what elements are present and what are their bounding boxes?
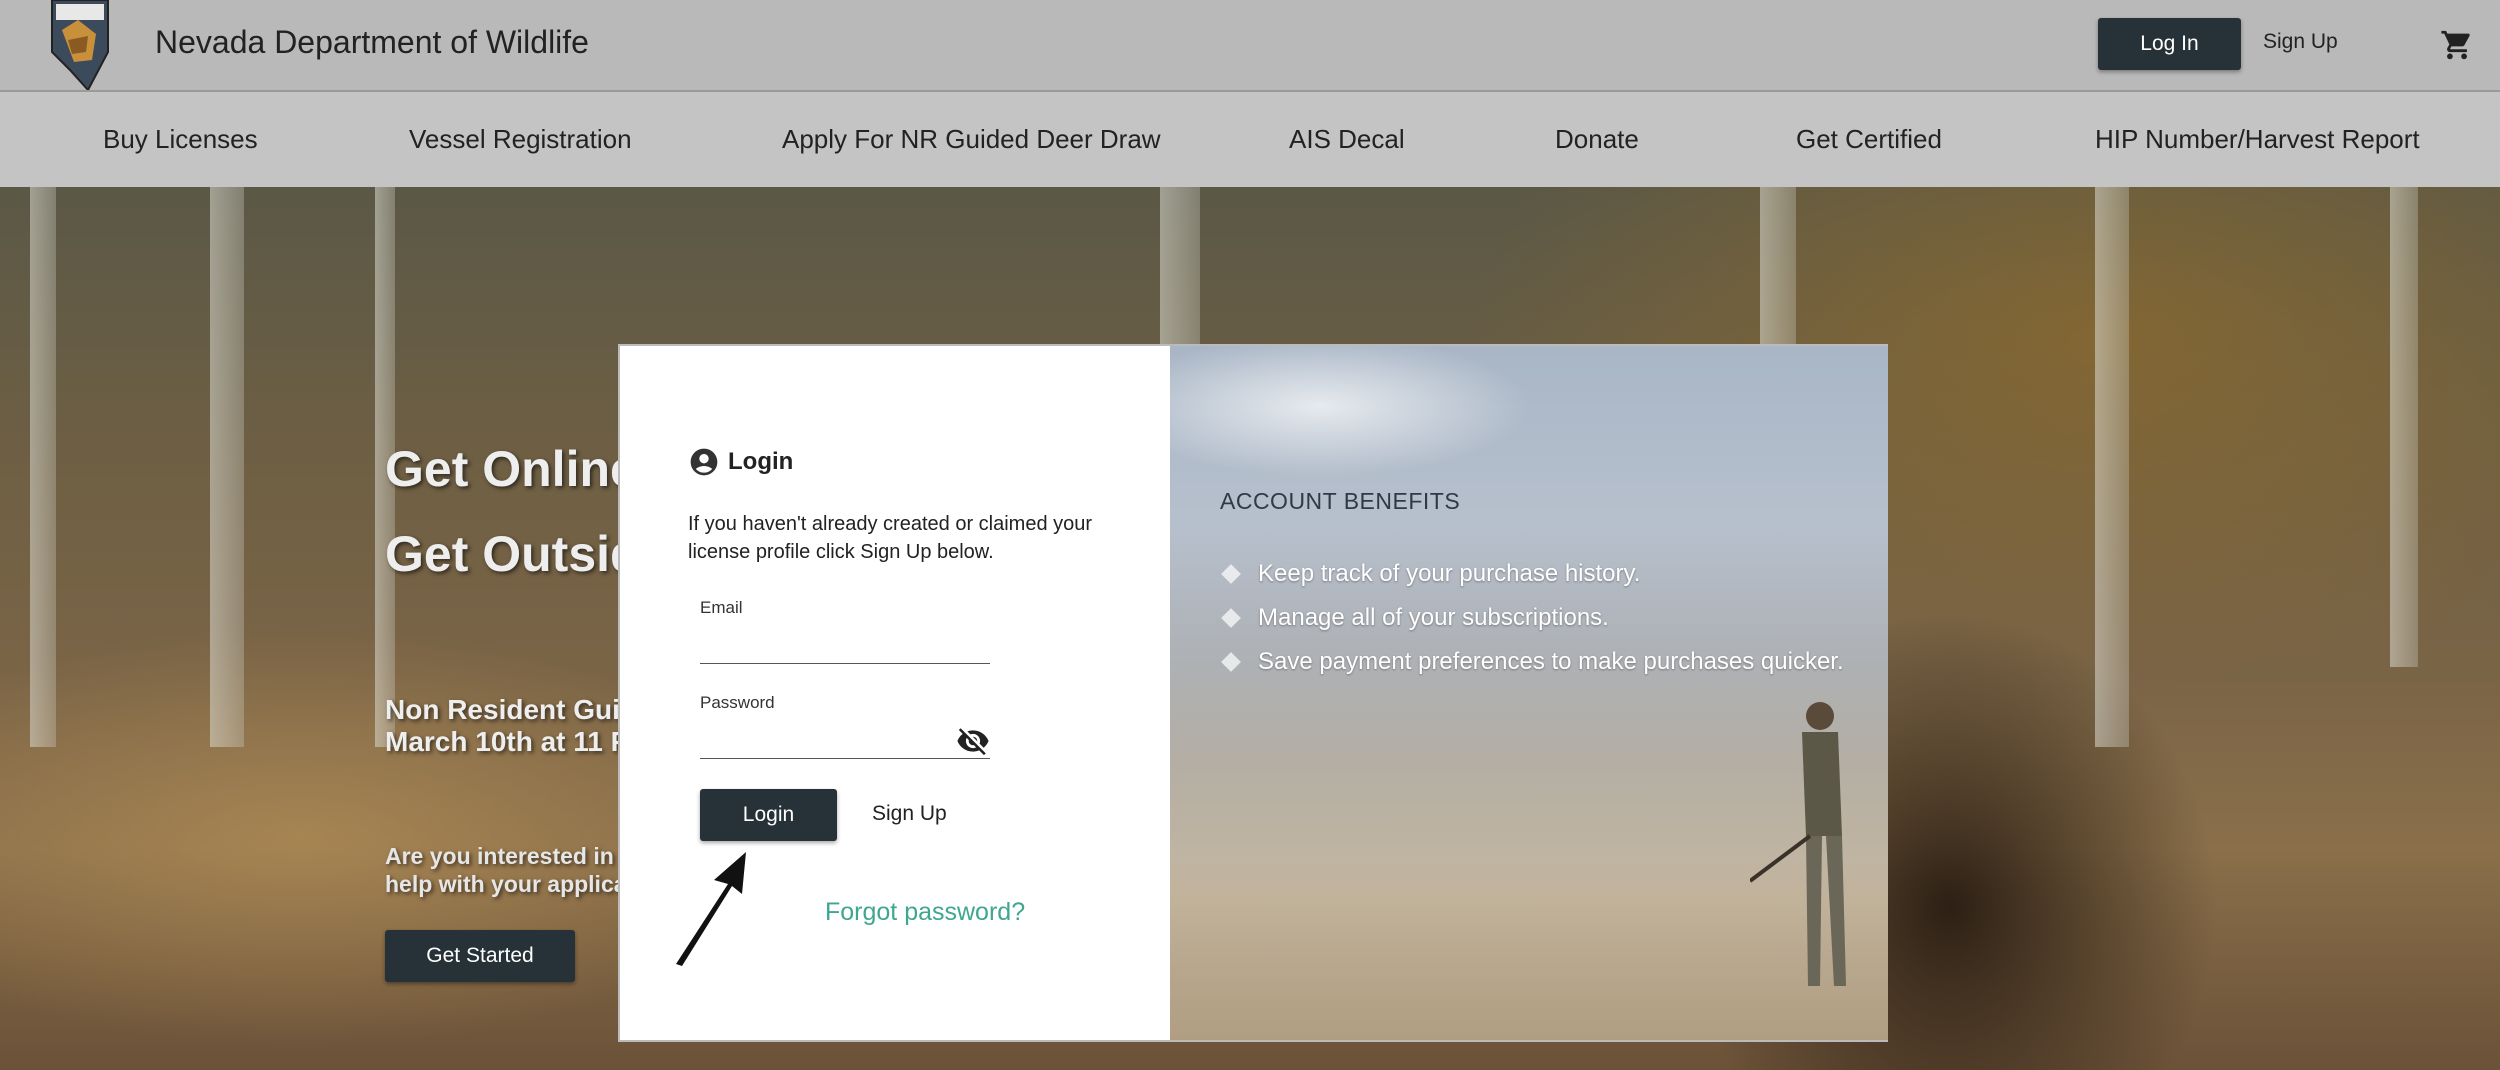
password-field[interactable] [700,723,990,759]
account-benefits-panel: ACCOUNT BENEFITS Keep track of your purc… [1170,346,1888,1040]
nav-item-hip-harvest-report[interactable]: HIP Number/Harvest Report [2095,124,2420,155]
email-field[interactable] [700,628,990,664]
nav-item-apply-nr-guided-deer-draw[interactable]: Apply For NR Guided Deer Draw [782,124,1161,155]
account-circle-icon [690,448,718,476]
login-button[interactable]: Login [700,789,837,841]
login-intro-text: If you haven't already created or claime… [688,513,1093,563]
nav-item-donate[interactable]: Donate [1555,124,1639,155]
header-login-button[interactable]: Log In [2098,18,2241,70]
signup-link[interactable]: Sign Up [872,802,947,826]
benefit-text: Manage all of your subscriptions. [1258,604,1609,631]
nav-item-get-certified[interactable]: Get Certified [1796,124,1942,155]
header-signup-link[interactable]: Sign Up [2263,30,2338,54]
benefit-item: Save payment preferences to make purchas… [1220,648,1844,676]
password-label: Password [700,693,775,712]
login-dialog: Login If you haven't already created or … [618,344,1888,1042]
login-heading: Login [688,446,793,478]
hero-promo-line-1: Non Resident Guide [385,694,653,725]
login-title: Login [728,448,794,475]
nav-item-vessel-registration[interactable]: Vessel Registration [409,124,632,155]
hero-heading-online: Get Online [385,441,638,497]
benefit-item: Manage all of your subscriptions. [1220,604,1609,632]
login-panel: Login If you haven't already created or … [620,346,1170,1040]
benefit-text: Save payment preferences to make purchas… [1258,648,1844,675]
diamond-bullet-icon [1221,564,1241,584]
ndow-logo[interactable] [48,0,112,90]
hunter-figure [1750,702,1846,986]
tree-trunk [2095,187,2129,747]
nav-item-ais-decal[interactable]: AIS Decal [1289,124,1405,155]
hero-sub-line-2: help with your applicat [385,871,635,897]
site-header: Nevada Department of Wildlife Log In Sig… [0,0,2500,92]
visibility-off-icon[interactable] [956,724,990,758]
shopping-cart-icon[interactable] [2440,28,2474,62]
site-title: Nevada Department of Wildlife [155,24,589,60]
diamond-bullet-icon [1221,652,1241,672]
email-label: Email [700,598,743,617]
get-started-button[interactable]: Get Started [385,930,575,982]
benefit-text: Keep track of your purchase history. [1258,560,1641,587]
benefit-item: Keep track of your purchase history. [1220,560,1640,588]
tree-trunk [2390,187,2418,667]
forgot-password-link[interactable]: Forgot password? [825,898,1025,927]
tree-trunk [30,187,56,747]
nav-item-buy-licenses[interactable]: Buy Licenses [103,124,258,155]
benefits-title: ACCOUNT BENEFITS [1220,488,1461,514]
hero-sub-line-1: Are you interested in N [385,843,637,869]
hero-promo-line-2: March 10th at 11 P [385,726,630,757]
tree-trunk [210,187,244,747]
diamond-bullet-icon [1221,608,1241,628]
main-nav: Buy Licenses Vessel Registration Apply F… [0,92,2500,187]
pointer-arrow-annotation [676,852,746,966]
